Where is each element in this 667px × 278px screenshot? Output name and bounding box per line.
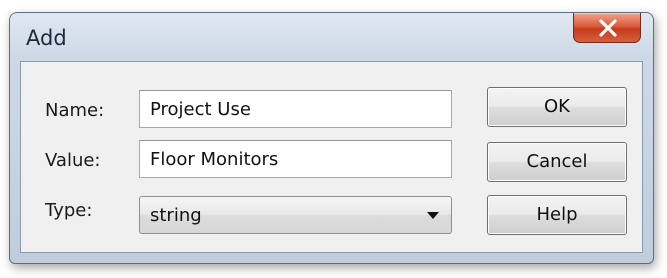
cancel-button[interactable]: Cancel [487, 142, 627, 182]
ok-button[interactable]: OK [487, 87, 627, 127]
chevron-down-icon [427, 212, 439, 219]
type-dropdown[interactable]: string [139, 196, 452, 234]
type-selected-value: string [150, 205, 202, 226]
name-field[interactable]: Project Use [139, 90, 452, 128]
title-bar[interactable]: Add [10, 13, 653, 61]
close-icon [599, 19, 617, 37]
name-field-value: Project Use [150, 99, 251, 120]
value-field-value: Floor Monitors [150, 149, 279, 170]
value-label: Value: [45, 150, 101, 171]
type-label: Type: [45, 200, 93, 221]
dialog-title: Add [26, 26, 67, 50]
add-dialog: Add Name: Project Use Value: Floor Monit… [9, 12, 654, 264]
help-button[interactable]: Help [487, 195, 627, 235]
close-button[interactable] [573, 13, 641, 43]
dialog-body: Name: Project Use Value: Floor Monitors … [20, 61, 643, 253]
name-label: Name: [45, 100, 105, 121]
value-field[interactable]: Floor Monitors [139, 140, 452, 178]
